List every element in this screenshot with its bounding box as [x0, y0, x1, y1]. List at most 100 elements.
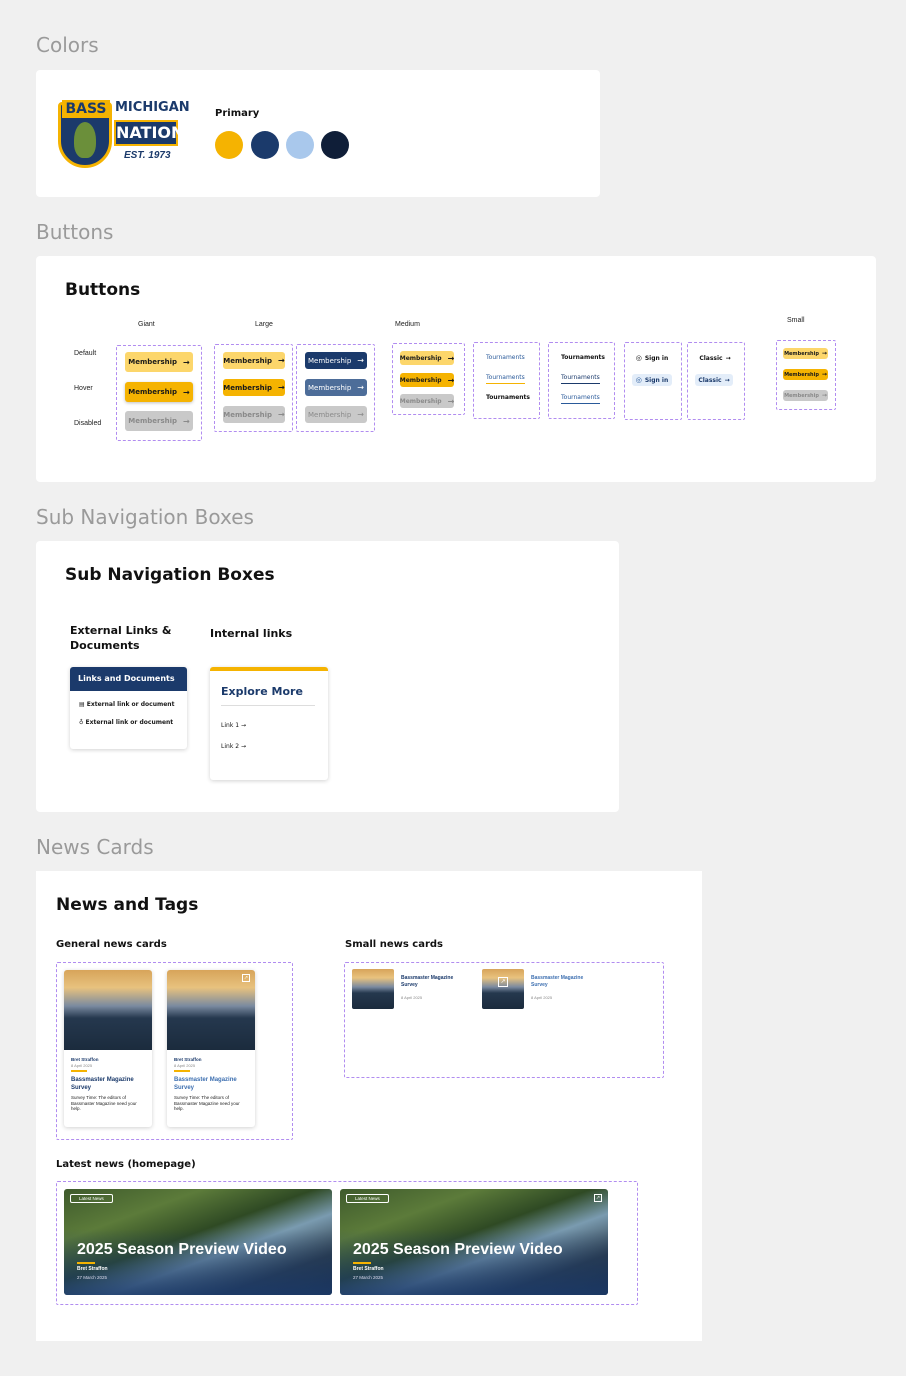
- news-card-accent: [71, 1070, 87, 1072]
- large-navy-hover-button[interactable]: Membership →: [305, 379, 367, 396]
- button-label: Sign in: [644, 376, 669, 384]
- arrow-right-icon: →: [183, 387, 190, 397]
- tournaments-link-default[interactable]: Tournaments: [486, 354, 525, 361]
- explore-more-title: Explore More: [221, 685, 303, 698]
- latest-news-tag: Latest News: [70, 1194, 113, 1203]
- logo-michigan-text: MICHIGAN: [115, 100, 190, 115]
- explore-divider: [221, 705, 315, 706]
- tournaments-underline-hover[interactable]: Tournaments: [561, 374, 600, 384]
- news-card-excerpt: Survey Time: The editors of Bassmaster M…: [71, 1095, 137, 1111]
- latest-news-accent: [77, 1262, 95, 1264]
- arrow-right-icon: →: [278, 356, 285, 365]
- tournaments-link-hover[interactable]: Tournaments: [486, 374, 525, 384]
- button-label: Membership: [128, 417, 178, 425]
- buttons-panel-title: Buttons: [65, 280, 141, 300]
- section-title-buttons: Buttons: [36, 220, 114, 244]
- document-icon: ▤: [79, 701, 85, 708]
- latest-news-card-hover[interactable]: Latest News ↗ 2025 Season Preview Video …: [340, 1189, 608, 1295]
- medium-disabled-button: Membership →: [400, 394, 454, 408]
- small-news-headline: Bassmaster Magazine Survey: [531, 975, 584, 988]
- logo-bass-text: BASS: [62, 100, 110, 118]
- size-label-medium: Medium: [395, 321, 420, 328]
- large-navy-default-button[interactable]: Membership →: [305, 352, 367, 369]
- internal-links-heading: Internal links: [210, 627, 293, 640]
- large-disabled-button: Membership →: [223, 406, 285, 423]
- large-default-button[interactable]: Membership →: [223, 352, 285, 369]
- news-card[interactable]: Bret Straffon 8 April 2025 Bassmaster Ma…: [64, 970, 152, 1127]
- external-link-icon: ↗: [242, 974, 250, 982]
- buttons-panel: Buttons Giant Large Medium Small Default…: [36, 256, 876, 482]
- logo-nation-text: NATION: [114, 120, 184, 146]
- internal-link-2[interactable]: Link 2 →: [221, 743, 246, 750]
- news-card-image: [64, 970, 152, 1050]
- giant-hover-button[interactable]: Membership →: [125, 382, 193, 402]
- button-label: Membership: [223, 356, 273, 365]
- latest-news-overlay: [340, 1229, 608, 1295]
- signin-default-button[interactable]: ◎ Sign in: [632, 352, 672, 364]
- giant-default-button[interactable]: Membership →: [125, 352, 193, 372]
- small-news-date: 8 April 2025: [401, 995, 423, 1000]
- button-label: Membership: [308, 383, 352, 392]
- arrow-right-icon: →: [240, 722, 246, 729]
- button-label: Classic: [698, 376, 722, 384]
- primary-label: Primary: [215, 108, 260, 119]
- news-card-hover[interactable]: ↗ Bret Straffon 8 April 2025 Bassmaster …: [167, 970, 255, 1127]
- explore-more-box: Explore More Link 1 → Link 2 →: [210, 667, 328, 780]
- state-label-hover: Hover: [74, 385, 93, 392]
- small-default-button[interactable]: Membership →: [783, 348, 828, 359]
- latest-news-date: 27 March 2025: [77, 1275, 108, 1280]
- button-label: Membership: [784, 392, 819, 399]
- fish-icon: [74, 122, 96, 158]
- external-link-label: External link or document: [86, 701, 175, 708]
- swatch-navy: [251, 131, 279, 159]
- small-news-date: 8 April 2025: [531, 995, 553, 1000]
- latest-news-author: Bret Straffon: [77, 1266, 108, 1272]
- external-link-label: External link or document: [85, 719, 174, 726]
- medium-default-button[interactable]: Membership →: [400, 351, 454, 365]
- large-hover-button[interactable]: Membership →: [223, 379, 285, 396]
- news-card-headline: Bassmaster Magazine Survey: [71, 1077, 134, 1091]
- classic-default-button[interactable]: Classic →: [695, 352, 735, 364]
- state-label-disabled: Disabled: [74, 420, 102, 427]
- arrow-right-icon: →: [183, 357, 190, 367]
- tournaments-underline-active[interactable]: Tournaments: [561, 394, 600, 404]
- latest-news-image: Latest News 2025 Season Preview Video Br…: [64, 1189, 332, 1295]
- small-news-image: ↗: [482, 969, 524, 1009]
- logo-est-text: EST. 1973: [124, 150, 171, 161]
- large-navy-disabled-button: Membership →: [305, 406, 367, 423]
- news-card-headline: Bassmaster Magazine Survey: [174, 1077, 237, 1091]
- state-label-default: Default: [74, 350, 97, 357]
- button-label: Membership: [784, 371, 819, 378]
- external-link-item-2[interactable]: ♁ External link or document: [79, 719, 173, 726]
- small-news-card[interactable]: Bassmaster Magazine Survey 8 April 2025: [352, 969, 462, 1011]
- latest-news-accent: [353, 1262, 371, 1264]
- arrow-right-icon: →: [821, 392, 827, 399]
- news-card-author: Bret Straffon: [71, 1057, 99, 1062]
- internal-link-label: Link 1: [221, 722, 240, 729]
- size-label-giant: Giant: [138, 321, 155, 328]
- button-label: Membership: [399, 376, 442, 384]
- latest-news-card[interactable]: Latest News 2025 Season Preview Video Br…: [64, 1189, 332, 1295]
- small-hover-button[interactable]: Membership →: [783, 369, 828, 380]
- news-panel: News and Tags General news cards Small n…: [36, 871, 702, 1341]
- arrow-right-icon: →: [278, 410, 285, 419]
- news-card-accent: [174, 1070, 190, 1072]
- button-label: Membership: [223, 383, 273, 392]
- button-label: Membership: [223, 410, 273, 419]
- internal-link-label: Link 2: [221, 743, 240, 750]
- tournaments-underline-default[interactable]: Tournaments: [561, 354, 605, 361]
- external-link-item-1[interactable]: ▤ External link or document: [79, 701, 174, 708]
- arrow-right-icon: →: [724, 376, 730, 384]
- classic-hover-button[interactable]: Classic →: [695, 374, 733, 386]
- signin-hover-button[interactable]: ◎ Sign in: [632, 374, 672, 386]
- tournaments-link-active[interactable]: Tournaments: [486, 394, 530, 401]
- external-links-heading: External Links & Documents: [70, 624, 172, 652]
- user-circle-icon: ◎: [635, 376, 642, 384]
- medium-hover-button[interactable]: Membership →: [400, 373, 454, 387]
- small-news-card-hover[interactable]: ↗ Bassmaster Magazine Survey 8 April 202…: [482, 969, 592, 1011]
- size-label-small: Small: [787, 317, 805, 324]
- swatch-dark-navy: [321, 131, 349, 159]
- giant-disabled-button: Membership →: [125, 411, 193, 431]
- internal-link-1[interactable]: Link 1 →: [221, 722, 246, 729]
- small-disabled-button: Membership →: [783, 390, 828, 401]
